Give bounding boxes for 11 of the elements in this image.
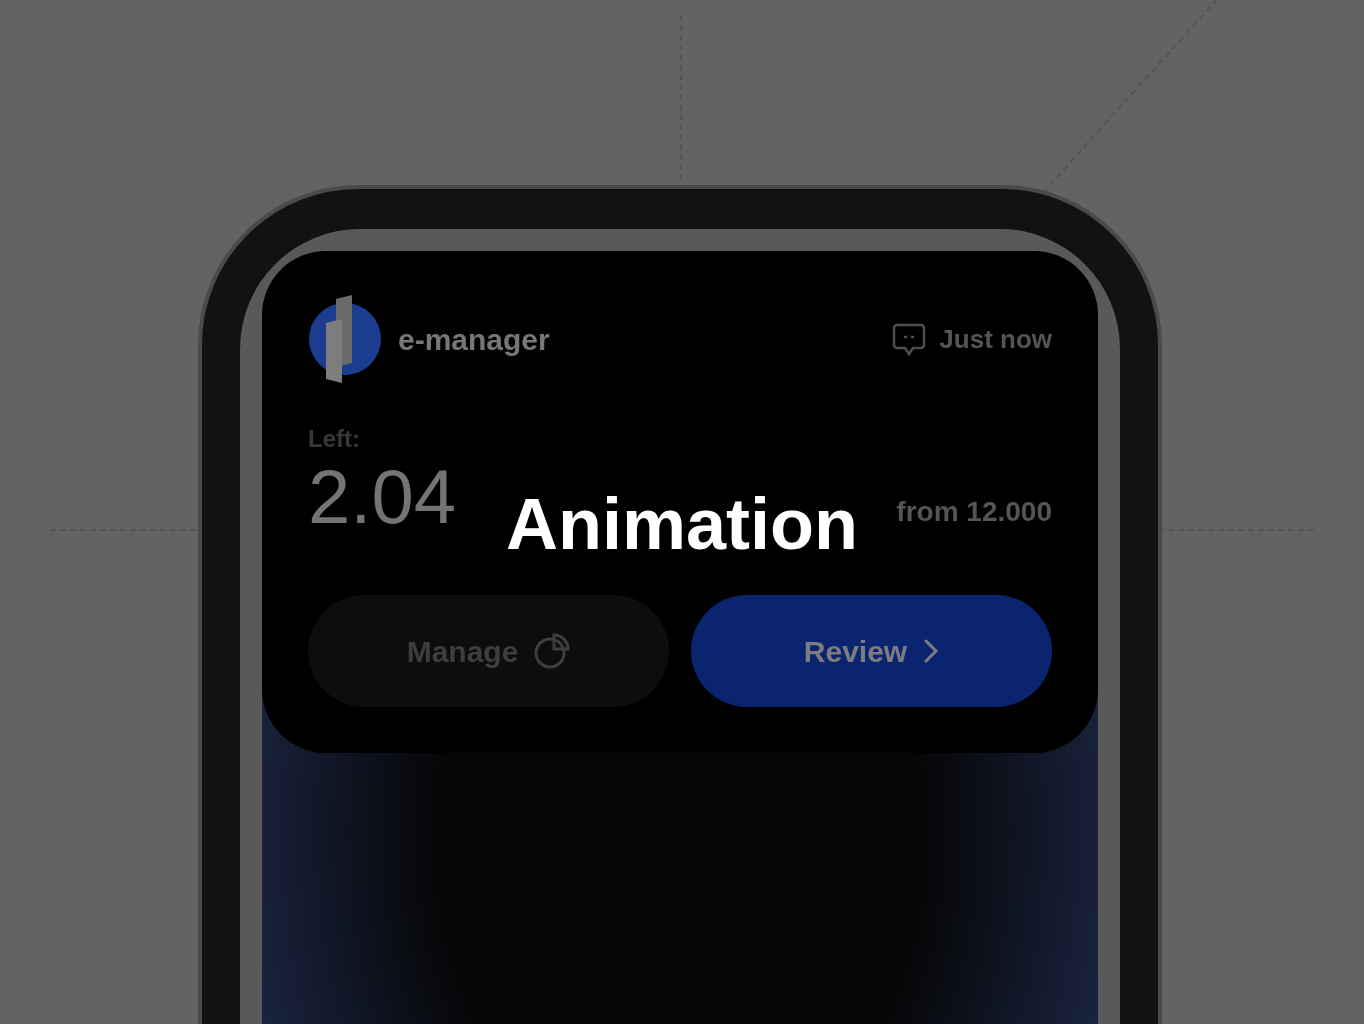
message-icon bbox=[891, 321, 928, 357]
balance-label: Left: bbox=[308, 424, 361, 454]
app-name: e-manager bbox=[398, 321, 550, 358]
app-logo-icon bbox=[308, 293, 382, 385]
pie-chart-icon bbox=[534, 633, 571, 669]
timestamp: Just now bbox=[939, 322, 1052, 356]
balance-total: from 12.000 bbox=[896, 495, 1052, 529]
balance-amount: 2.04 bbox=[308, 457, 456, 537]
overlay-title: Animation bbox=[506, 483, 858, 566]
review-button[interactable]: Review bbox=[691, 595, 1052, 707]
chevron-right-icon bbox=[923, 638, 940, 664]
